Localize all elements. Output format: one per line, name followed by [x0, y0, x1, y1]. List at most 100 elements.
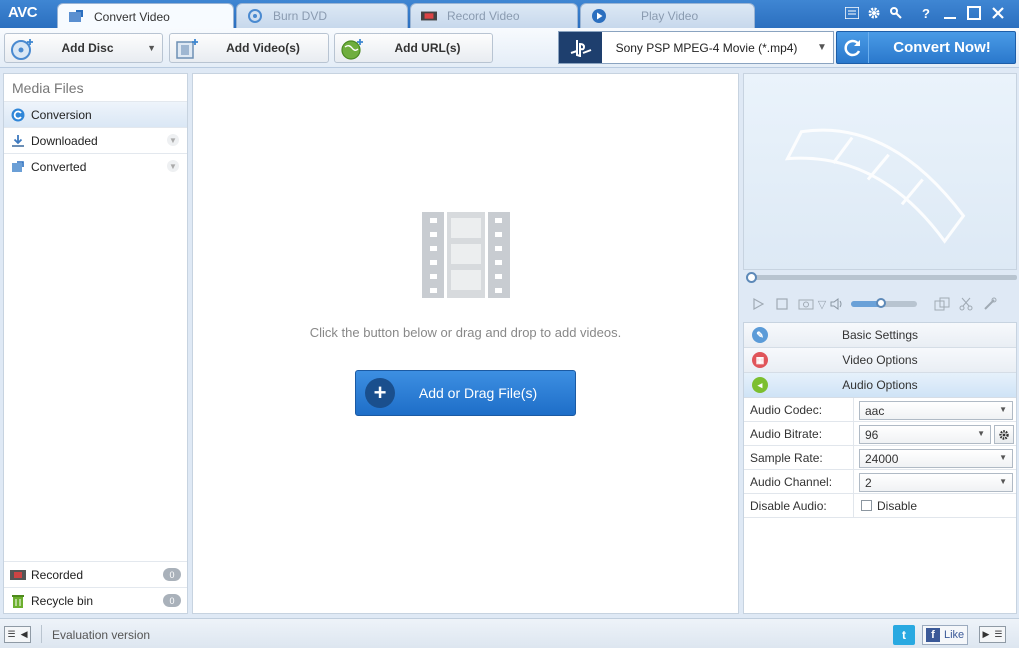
chevron-down-icon[interactable]: ▼ [147, 43, 156, 53]
sidebar-item-conversion[interactable]: Conversion [4, 101, 187, 127]
section-label: Basic Settings [841, 328, 919, 342]
collapse-left-icon: ◀ [20, 629, 28, 639]
tab-label: Record Video [447, 9, 520, 23]
snapshot-icon[interactable] [797, 295, 815, 313]
player-controls: ▽ [743, 290, 1017, 318]
tab-play-video[interactable]: Play Video [580, 3, 755, 28]
sidebar-item-converted[interactable]: Converted ▼ [4, 153, 187, 179]
select-value: 24000 [865, 451, 899, 466]
drop-hint: Click the button below or drag and drop … [309, 325, 622, 340]
list-icon: ☰ [994, 629, 1003, 639]
drop-area[interactable]: Click the button below or drag and drop … [192, 73, 739, 614]
convert-now-button[interactable]: Convert Now! [836, 31, 1016, 64]
stop-button[interactable] [773, 295, 791, 313]
media-files-panel: Media Files Conversion Downloaded ▼ Conv… [3, 73, 188, 614]
section-label: Video Options [842, 353, 918, 367]
count-badge: 0 [163, 594, 181, 607]
convert-now-label: Convert Now! [893, 39, 991, 56]
disc-icon [247, 8, 263, 24]
volume-handle[interactable] [875, 298, 886, 308]
chevron-down-icon: ▼ [999, 453, 1007, 462]
profile-select[interactable]: Sony PSP MPEG-4 Movie (*.mp4) ▼ [558, 31, 834, 64]
sample-rate-select[interactable]: 24000 ▼ [859, 449, 1013, 468]
panel-title: Media Files [12, 80, 84, 96]
sidebar-item-recycle-bin[interactable]: Recycle bin 0 [4, 587, 187, 613]
recorded-icon [10, 567, 26, 583]
play-icon [591, 8, 607, 24]
status-bar: ☰ ◀ Evaluation version t f Like ▶ ☰ [0, 618, 1019, 648]
film-reel-watermark [784, 128, 966, 244]
maximize-button[interactable] [964, 4, 984, 22]
chevron-down-icon[interactable]: ▼ [167, 160, 179, 172]
chevron-down-icon: ▼ [999, 477, 1007, 486]
plus-icon: + [365, 378, 395, 408]
facebook-icon: f [926, 628, 940, 642]
add-files-label: Add or Drag File(s) [418, 385, 538, 401]
key-icon[interactable] [886, 4, 906, 22]
cut-icon[interactable] [957, 295, 975, 313]
add-videos-button[interactable]: Add Video(s) [169, 33, 329, 63]
help-button[interactable]: ? [916, 4, 936, 22]
toggle-right-panel-button[interactable]: ▶ ☰ [979, 626, 1006, 643]
sidebar-item-downloaded[interactable]: Downloaded ▼ [4, 127, 187, 153]
tools-icon[interactable] [981, 295, 999, 313]
video-preview [743, 73, 1017, 270]
snapshot-dropdown-icon[interactable]: ▽ [817, 295, 827, 313]
add-urls-label: Add URL(s) [394, 41, 461, 55]
disable-audio-checkbox[interactable] [861, 500, 872, 511]
volume-slider[interactable] [851, 298, 917, 308]
add-urls-button[interactable]: Add URL(s) [334, 33, 493, 63]
list-icon[interactable] [842, 4, 862, 22]
audio-options-header[interactable]: ◂ Audio Options [744, 373, 1016, 398]
speaker-icon: ◂ [752, 377, 768, 393]
tab-record-video[interactable]: Record Video [410, 3, 578, 28]
audio-bitrate-select[interactable]: 96 ▼ [859, 425, 991, 444]
seek-bar[interactable] [743, 271, 1017, 289]
volume-icon[interactable] [829, 295, 847, 313]
tab-label: Convert Video [94, 9, 170, 24]
audio-codec-row: Audio Codec: aac ▼ [744, 398, 1016, 422]
like-label: Like [944, 629, 965, 641]
tab-burn-dvd[interactable]: Burn DVD [236, 3, 408, 28]
sidebar-item-label: Converted [31, 159, 87, 174]
sidebar-item-recorded[interactable]: Recorded 0 [4, 561, 187, 587]
section-label: Audio Options [842, 378, 918, 392]
minimize-button[interactable] [940, 4, 960, 22]
sample-rate-row: Sample Rate: 24000 ▼ [744, 446, 1016, 470]
tab-convert-video[interactable]: Convert Video [57, 3, 234, 29]
chevron-down-icon[interactable]: ▼ [811, 42, 833, 53]
title-bar: AVC Convert Video Burn DVD Record Video … [0, 0, 1019, 29]
audio-codec-select[interactable]: aac ▼ [859, 401, 1013, 420]
audio-channel-select[interactable]: 2 ▼ [859, 473, 1013, 492]
seek-track[interactable] [747, 275, 1017, 280]
sidebar-item-label: Recycle bin [31, 593, 94, 608]
add-files-button[interactable]: + Add or Drag File(s) [355, 370, 576, 416]
close-button[interactable] [988, 4, 1008, 22]
gear-icon[interactable] [864, 4, 884, 22]
twitter-icon[interactable]: t [893, 625, 915, 645]
toggle-left-panel-button[interactable]: ☰ ◀ [4, 626, 31, 643]
add-disc-button[interactable]: Add Disc ▼ [4, 33, 163, 63]
field-label: Disable Audio: [744, 494, 854, 517]
tab-label: Burn DVD [273, 9, 328, 23]
expand-right-icon: ▶ [982, 629, 990, 639]
play-button[interactable] [749, 295, 767, 313]
sidebar-item-label: Recorded [31, 567, 84, 582]
film-icon: ▦ [752, 352, 768, 368]
chevron-down-icon[interactable]: ▼ [167, 134, 179, 146]
refresh-icon [837, 32, 869, 63]
gear-icon [999, 429, 1009, 440]
seek-handle[interactable] [746, 272, 757, 283]
film-strip-icon [422, 212, 510, 301]
chevron-down-icon: ▼ [977, 429, 985, 438]
evaluation-status: Evaluation version [52, 628, 151, 642]
merge-icon[interactable] [933, 295, 951, 313]
profile-label: Sony PSP MPEG-4 Movie (*.mp4) [615, 40, 798, 55]
disable-audio-row: Disable Audio: Disable [744, 494, 1016, 518]
bitrate-settings-button[interactable] [994, 425, 1014, 444]
checkbox-label[interactable]: Disable [877, 499, 917, 513]
facebook-like-button[interactable]: f Like [922, 625, 968, 645]
video-options-header[interactable]: ▦ Video Options [744, 348, 1016, 373]
basic-settings-header[interactable]: ✎ Basic Settings [744, 323, 1016, 348]
toolbar: Add Disc ▼ Add Video(s) Add URL(s) Sony … [0, 28, 1019, 68]
